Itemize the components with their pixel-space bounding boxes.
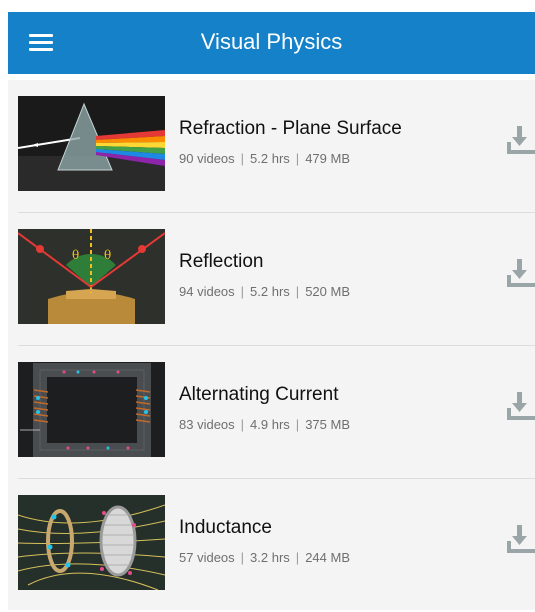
course-item-reflection[interactable]: θ θ Reflection 94 videos | 5.2 hrs | 520 MB (8, 213, 535, 346)
course-title: Inductance (179, 517, 272, 538)
meta-separator: | (295, 550, 300, 565)
course-meta: 57 videos | 3.2 hrs | 244 MB (179, 550, 350, 565)
download-icon[interactable] (504, 388, 535, 424)
meta-separator: | (240, 284, 245, 299)
course-item-inductance[interactable]: Inductance 57 videos | 3.2 hrs | 244 MB (8, 479, 535, 612)
video-count: 57 videos (179, 550, 235, 565)
course-item-refraction[interactable]: Refraction - Plane Surface 90 videos | 5.2… (8, 80, 535, 213)
meta-separator: | (240, 151, 245, 166)
file-size: 375 MB (305, 417, 350, 432)
course-title: Refraction - Plane Surface (179, 118, 402, 139)
file-size: 520 MB (305, 284, 350, 299)
meta-separator: | (240, 417, 245, 432)
course-item-alternating-current[interactable]: Alternating Current 83 videos | 4.9 hrs | 37… (8, 346, 535, 479)
meta-separator: | (240, 550, 245, 565)
meta-separator: | (295, 284, 300, 299)
duration: 3.2 hrs (250, 550, 290, 565)
course-title: Reflection (179, 251, 264, 272)
course-meta: 83 videos | 4.9 hrs | 375 MB (179, 417, 350, 432)
course-meta: 94 videos | 5.2 hrs | 520 MB (179, 284, 350, 299)
video-count: 94 videos (179, 284, 235, 299)
course-list: Refraction - Plane Surface 90 videos | 5.2… (8, 80, 535, 610)
file-size: 244 MB (305, 550, 350, 565)
coil-field-thumbnail (18, 495, 165, 590)
coil-core-thumbnail (18, 362, 165, 457)
duration: 5.2 hrs (250, 284, 290, 299)
duration: 4.9 hrs (250, 417, 290, 432)
mirror-reflection-thumbnail: θ θ (18, 229, 165, 324)
duration: 5.2 hrs (250, 151, 290, 166)
prism-rainbow-thumbnail (18, 96, 165, 191)
file-size: 479 MB (305, 151, 350, 166)
svg-text:θ: θ (104, 248, 111, 262)
meta-separator: | (295, 417, 300, 432)
meta-separator: | (295, 151, 300, 166)
video-count: 83 videos (179, 417, 235, 432)
video-count: 90 videos (179, 151, 235, 166)
svg-text:θ: θ (72, 248, 79, 262)
course-title: Alternating Current (179, 384, 339, 405)
download-icon[interactable] (504, 255, 535, 291)
app-bar: Visual Physics (8, 12, 535, 74)
course-meta: 90 videos | 5.2 hrs | 479 MB (179, 151, 350, 166)
download-icon[interactable] (504, 521, 535, 557)
page-title: Visual Physics (200, 29, 343, 54)
download-icon[interactable] (504, 122, 535, 158)
